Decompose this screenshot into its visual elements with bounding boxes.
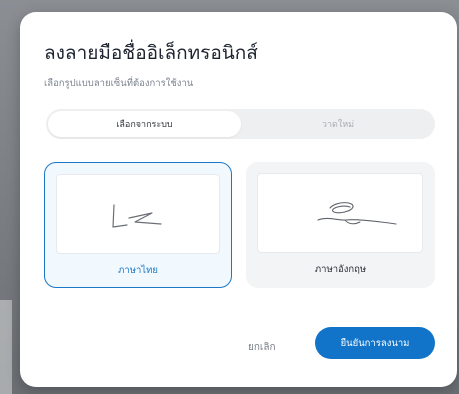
dialog-title: ลงลายมือชื่ออิเล็กทรอนิกส์ [44,42,258,64]
confirm-signing-button[interactable]: ยืนยันการลงนาม [315,327,435,359]
english-signature-image [317,202,397,225]
tab-draw-new[interactable]: วาดใหม่ [243,111,433,137]
tab-select-from-system[interactable]: เลือกจากระบบ [48,111,241,137]
dialog-subtitle: เลือกรูปแบบลายเซ็นที่ต้องการใช้งาน [44,78,194,89]
signature-dialog: ลงลายมือชื่ออิเล็กทรอนิกส์ เลือกรูปแบบลา… [20,12,457,387]
signature-option-label: ภาษาไทย [118,265,158,276]
background-page-fragment [0,300,12,394]
signature-preview-thai [56,174,220,254]
signature-preview-english [257,173,423,253]
cancel-button[interactable]: ยกเลิก [248,340,276,355]
signature-source-tabs: เลือกจากระบบ วาดใหม่ [46,109,435,139]
signature-option-thai[interactable]: ภาษาไทย [44,162,232,288]
thai-signature-image [112,204,162,228]
signature-option-english[interactable]: ภาษาอังกฤษ [246,162,435,288]
signature-option-label: ภาษาอังกฤษ [314,264,367,275]
